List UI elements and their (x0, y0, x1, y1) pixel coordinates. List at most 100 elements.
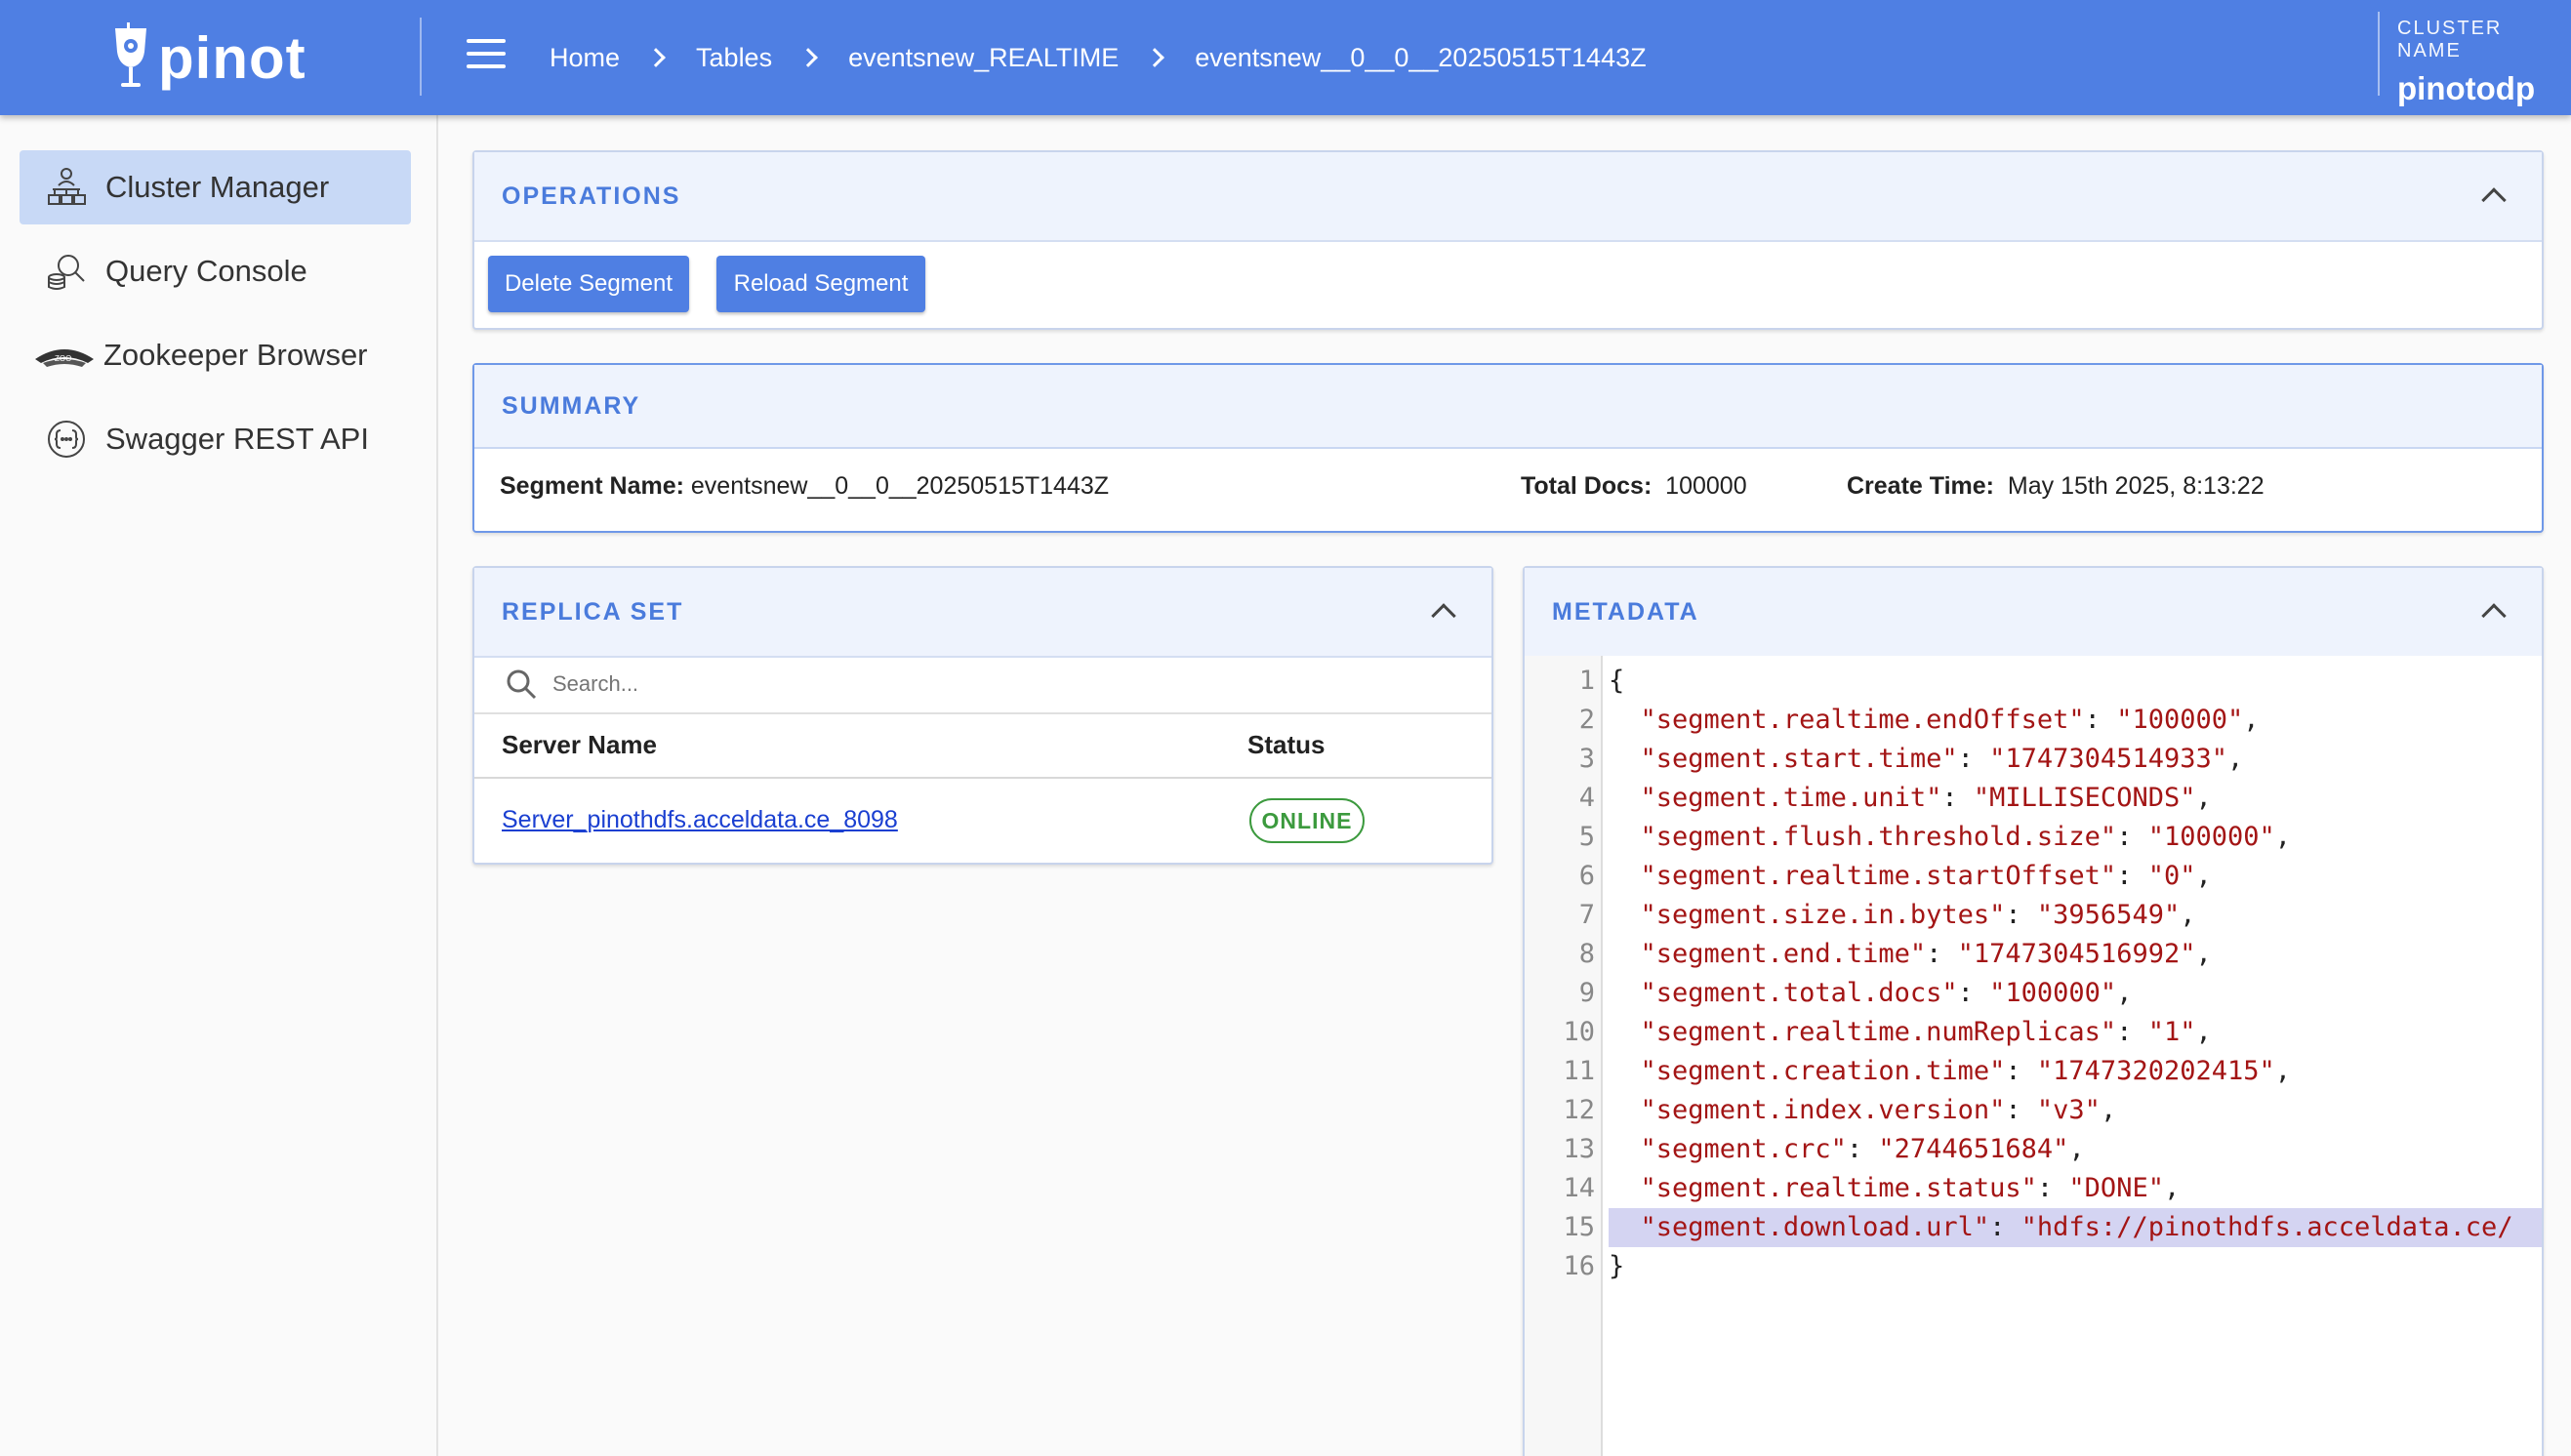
metadata-title: METADATA (1552, 597, 1699, 626)
json-value: "1747304514933" (1989, 744, 2227, 774)
sidebar-item-label: Cluster Manager (105, 170, 330, 204)
json-value: "100000" (2116, 705, 2244, 735)
cluster-name: pinotodp (2397, 70, 2536, 106)
line-number: 11 (1563, 1056, 1595, 1086)
replica-search-input[interactable] (552, 671, 943, 697)
code-text: "segment.total.docs": "100000", (1640, 978, 2133, 1008)
breadcrumb: Home Tables eventsnew_REALTIME eventsnew… (550, 33, 1647, 82)
json-key: "segment.crc" (1640, 1134, 1847, 1164)
code-text: "segment.download.url": "hdfs://pinothdf… (1609, 1208, 2542, 1247)
line-number: 2 (1578, 705, 1595, 735)
code-line: 4 "segment.time.unit": "MILLISECONDS", (1525, 779, 2542, 818)
json-value: "0" (2147, 861, 2196, 891)
line-number: 1 (1578, 666, 1595, 696)
total-docs-label: Total Docs: (1521, 472, 1653, 500)
cluster-info: CLUSTER NAME pinotodp (2378, 12, 2571, 106)
line-number: 7 (1578, 900, 1595, 930)
chevron-up-icon[interactable] (1431, 603, 1456, 628)
delete-segment-button[interactable]: Delete Segment (488, 256, 689, 312)
json-key: "segment.creation.time" (1640, 1056, 2006, 1086)
app-header: pinot Home Tables eventsnew_REALTIME eve… (0, 0, 2571, 115)
code-text: "segment.realtime.endOffset": "100000", (1640, 705, 2260, 735)
code-text: "segment.realtime.numReplicas": "1", (1640, 1017, 2212, 1047)
json-value: "DONE" (2068, 1173, 2164, 1203)
chevron-right-icon (798, 48, 818, 67)
code-text: "segment.index.version": "v3", (1640, 1095, 2117, 1125)
code-line: 8 "segment.end.time": "1747304516992", (1525, 935, 2542, 974)
code-text: "segment.realtime.status": "DONE", (1640, 1173, 2181, 1203)
replica-set-title: REPLICA SET (502, 597, 684, 626)
breadcrumb-table[interactable]: eventsnew_REALTIME (848, 43, 1119, 73)
json-key: "segment.index.version" (1640, 1095, 2006, 1125)
chevron-up-icon[interactable] (2481, 187, 2507, 213)
replica-search-row (474, 656, 1491, 714)
cluster-icon (45, 166, 88, 209)
status-badge: ONLINE (1249, 798, 1365, 843)
json-value: "3956549" (2036, 900, 2181, 930)
sidebar-item-label: Query Console (105, 254, 307, 288)
line-number: 5 (1578, 822, 1595, 852)
line-number: 12 (1563, 1095, 1595, 1125)
header-divider (420, 18, 422, 96)
sidebar-item-cluster-manager[interactable]: Cluster Manager (20, 150, 411, 224)
json-value: "1747304516992" (1957, 939, 2196, 969)
create-time-value: May 15th 2025, 8:13:22 (2007, 472, 2265, 500)
sidebar-item-zookeeper-browser[interactable]: ZOO Zookeeper Browser (20, 318, 411, 392)
line-number: 4 (1578, 783, 1595, 813)
code-text: "segment.start.time": "1747304514933", (1640, 744, 2244, 774)
sidebar-item-swagger[interactable]: Swagger REST API (20, 402, 411, 476)
line-number: 9 (1578, 978, 1595, 1008)
json-key: "segment.realtime.endOffset" (1640, 705, 2085, 735)
code-line: 6 "segment.realtime.startOffset": "0", (1525, 857, 2542, 896)
breadcrumb-home[interactable]: Home (550, 43, 620, 73)
code-text: "segment.creation.time": "1747320202415"… (1640, 1056, 2292, 1086)
json-key: "segment.end.time" (1640, 939, 1927, 969)
chevron-up-icon[interactable] (2481, 603, 2507, 628)
metadata-panel: METADATA 1 {2 "segment.realtime.endOffset… (1523, 566, 2544, 1456)
code-line: 5 "segment.flush.threshold.size": "10000… (1525, 818, 2542, 857)
query-icon (45, 250, 88, 293)
search-icon (507, 669, 537, 700)
code-text: { (1609, 666, 1625, 696)
menu-icon[interactable] (467, 39, 506, 74)
sidebar-item-label: Zookeeper Browser (103, 338, 368, 372)
reload-segment-button[interactable]: Reload Segment (716, 256, 925, 312)
logo-text: pinot (158, 24, 306, 91)
json-key: "segment.realtime.numReplicas" (1640, 1017, 2117, 1047)
code-lines: 1 {2 "segment.realtime.endOffset": "10000… (1525, 662, 2542, 1286)
line-number: 10 (1563, 1017, 1595, 1047)
code-line: 10 "segment.realtime.numReplicas": "1", (1525, 1013, 2542, 1052)
server-link[interactable]: Server_pinothdfs.acceldata.ce_8098 (502, 806, 898, 834)
api-icon (45, 418, 88, 461)
column-header-server-name[interactable]: Server Name (502, 730, 657, 760)
line-number: 6 (1578, 861, 1595, 891)
table-header-divider (474, 777, 1491, 779)
summary-header: SUMMARY (474, 365, 2542, 449)
summary-segment-name: Segment Name: eventsnew__0__0__20250515T… (500, 472, 1109, 501)
operations-header: OPERATIONS (474, 152, 2542, 242)
code-text: } (1609, 1251, 1625, 1281)
json-value: "100000" (1989, 978, 2117, 1008)
summary-panel: SUMMARY (472, 363, 2544, 533)
column-header-status[interactable]: Status (1247, 730, 1325, 760)
code-line: 9 "segment.total.docs": "100000", (1525, 974, 2542, 1013)
code-line: 15 "segment.download.url": "hdfs://pinot… (1525, 1208, 2542, 1247)
line-number: 16 (1563, 1251, 1595, 1281)
json-key: "segment.total.docs" (1640, 978, 1958, 1008)
line-number: 8 (1578, 939, 1595, 969)
json-key: "segment.realtime.startOffset" (1640, 861, 2117, 891)
breadcrumb-tables[interactable]: Tables (696, 43, 772, 73)
segment-name-label: Segment Name: (500, 472, 684, 500)
summary-create-time: Create Time: May 15th 2025, 8:13:22 (1847, 472, 2265, 501)
chevron-right-icon (1145, 48, 1165, 67)
pinot-logo[interactable]: pinot (109, 14, 306, 101)
json-key: "segment.size.in.bytes" (1640, 900, 2006, 930)
code-line: 16} (1525, 1247, 2542, 1286)
zookeeper-icon: ZOO (33, 334, 96, 377)
replica-set-header: REPLICA SET (474, 568, 1491, 658)
line-number: 13 (1563, 1134, 1595, 1164)
line-number: 3 (1578, 744, 1595, 774)
sidebar-item-query-console[interactable]: Query Console (20, 234, 411, 308)
create-time-label: Create Time: (1847, 472, 1994, 500)
metadata-code-editor[interactable]: 1 {2 "segment.realtime.endOffset": "10000… (1525, 656, 2542, 1456)
